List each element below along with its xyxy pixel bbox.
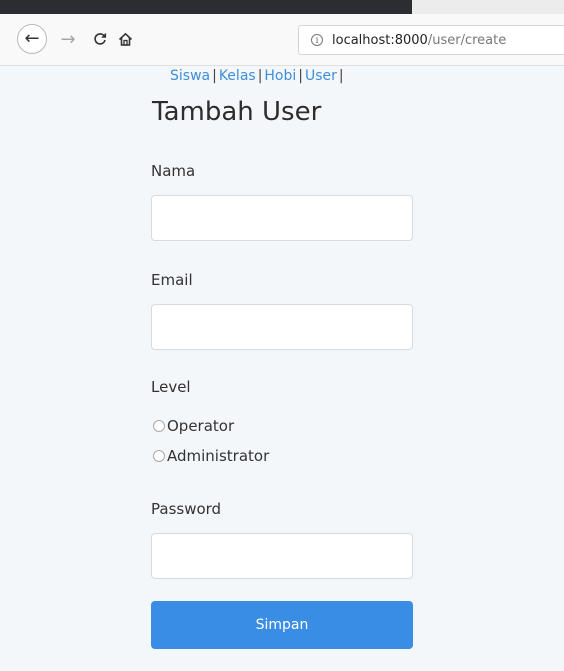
email-field[interactable] [151,304,413,350]
back-button[interactable]: ← [17,24,47,54]
tab-strip [0,0,564,14]
active-tab[interactable] [0,0,412,14]
info-icon[interactable]: i [311,34,323,46]
nav-separator: | [212,68,217,84]
name-label: Nama [151,162,196,180]
nav-link-hobi[interactable]: Hobi [264,68,296,84]
top-nav: Siswa | Kelas | Hobi | User | [170,68,346,84]
browser-toolbar: ← → i localhost:8000/user/create [0,14,564,66]
nav-separator: | [338,68,344,84]
url-text: localhost:8000/user/create [332,33,506,48]
level-option-operator[interactable]: Operator [153,417,234,435]
nav-link-siswa[interactable]: Siswa [170,68,210,84]
name-field[interactable] [151,195,413,241]
level-option-administrator[interactable]: Administrator [153,447,269,465]
administrator-radio-label: Administrator [167,447,270,465]
password-label: Password [151,500,222,518]
forward-arrow-icon: → [60,28,76,50]
nav-link-kelas[interactable]: Kelas [219,68,256,84]
address-bar[interactable]: i localhost:8000/user/create [298,25,564,55]
operator-radio-label: Operator [167,417,235,435]
operator-radio[interactable] [153,420,165,432]
home-button[interactable] [113,27,137,51]
page-title: Tambah User [152,97,322,127]
nav-link-user[interactable]: User [305,68,337,84]
url-path: /user/create [427,32,507,48]
administrator-radio[interactable] [153,450,165,462]
nav-separator: | [298,68,303,84]
back-arrow-icon: ← [24,28,40,49]
forward-button[interactable]: → [56,27,80,51]
password-field[interactable] [151,533,413,579]
submit-button[interactable]: Simpan [151,601,413,649]
email-label: Email [151,271,193,289]
home-icon [118,32,132,46]
reload-icon [94,33,107,45]
reload-button[interactable] [88,27,112,51]
level-label: Level [151,378,191,396]
url-host: localhost:8000 [332,32,428,48]
